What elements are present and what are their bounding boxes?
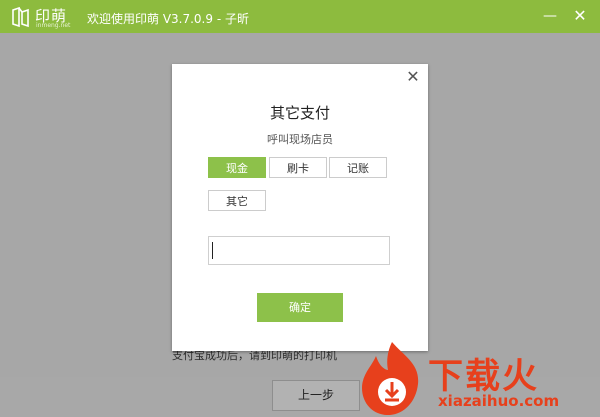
window-title: 欢迎使用印萌 V3.7.0.9 - 子昕 [87, 12, 249, 26]
payment-option-other[interactable]: 其它 [208, 190, 266, 211]
logo-subtext: inmeng.net [36, 22, 71, 29]
dialog-subtitle: 呼叫现场店员 [267, 133, 333, 146]
dialog-title: 其它支付 [269, 104, 330, 122]
logo-icon [12, 6, 29, 28]
other-payment-dialog: ✕ 其它支付 呼叫现场店员 现金 刷卡 记账 其它 确定 [172, 64, 428, 351]
watermark-url: xiazaihuo.com [438, 392, 560, 410]
window-close-button[interactable]: ✕ [570, 6, 590, 26]
payment-option-account[interactable]: 记账 [329, 157, 387, 178]
app-logo: 印萌 inmeng.net [11, 4, 71, 30]
minimize-button[interactable]: — [540, 6, 560, 26]
close-icon: ✕ [406, 67, 420, 86]
watermark: 下载火 xiazaihuo.com [354, 340, 600, 417]
amount-input[interactable] [208, 236, 390, 265]
dialog-close-button[interactable]: ✕ [404, 68, 422, 86]
close-icon: ✕ [573, 6, 587, 25]
payment-option-cash[interactable]: 现金 [208, 157, 266, 178]
minimize-icon: — [543, 8, 557, 24]
title-bar: 印萌 inmeng.net 欢迎使用印萌 V3.7.0.9 - 子昕 — ✕ [0, 0, 600, 33]
confirm-button[interactable]: 确定 [257, 293, 343, 322]
flame-logo-icon [362, 342, 419, 416]
text-caret [212, 242, 213, 259]
payment-option-card[interactable]: 刷卡 [269, 157, 327, 178]
prev-step-button[interactable]: 上一步 [272, 380, 360, 411]
